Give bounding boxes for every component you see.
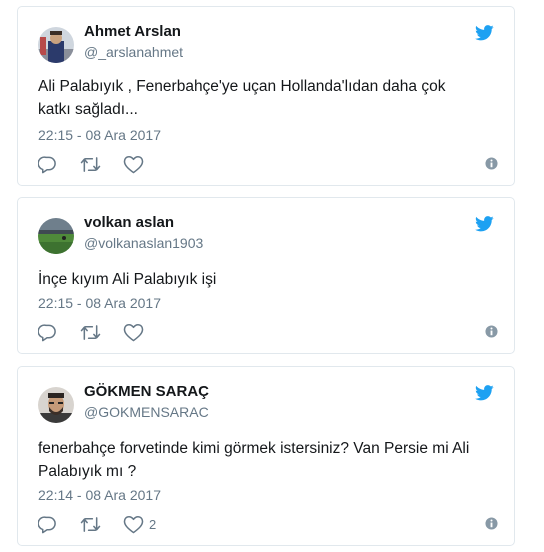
info-icon[interactable] [485, 517, 498, 530]
reply-button[interactable] [38, 154, 57, 174]
retweet-icon [80, 155, 101, 174]
timestamp[interactable]: 22:15 - 08 Ara 2017 [38, 127, 161, 143]
avatar[interactable] [38, 27, 74, 63]
reply-button[interactable] [38, 322, 57, 342]
like-count: 2 [149, 516, 157, 532]
timestamp[interactable]: 22:15 - 08 Ara 2017 [38, 295, 161, 311]
tweet-actions: 2 [38, 514, 498, 534]
tweet-text: Ali Palabıyık , Fenerbahçe'ye uçan Holla… [38, 75, 494, 121]
twitter-bird-icon[interactable] [475, 385, 494, 401]
reply-icon [38, 155, 57, 174]
avatar[interactable] [38, 387, 74, 423]
twitter-bird-icon[interactable] [475, 25, 494, 41]
reply-button[interactable] [38, 514, 57, 534]
retweet-icon [80, 323, 101, 342]
retweet-button[interactable] [80, 322, 101, 342]
tweet-text-line: İnçe kıyım Ali Palabıyık işi [38, 271, 217, 288]
tweet-text-line: Ali Palabıyık , Fenerbahçe'ye uçan Holla… [38, 78, 446, 95]
retweet-button[interactable] [80, 154, 101, 174]
like-button[interactable] [123, 154, 149, 174]
info-icon[interactable] [485, 325, 498, 338]
user-handle[interactable]: @volkanaslan1903 [84, 235, 203, 251]
reply-icon [38, 515, 57, 534]
tweet-text-line: katkı sağladı... [38, 101, 138, 118]
tweet-card[interactable]: GÖKMEN SARAÇ @GOKMENSARAC fenerbahçe for… [17, 366, 515, 546]
tweet-card[interactable]: volkan aslan @volkanaslan1903 İnçe kıyım… [17, 197, 515, 354]
retweet-icon [80, 515, 101, 534]
tweet-text-line: Palabıyık mı ? [38, 463, 137, 480]
display-name[interactable]: GÖKMEN SARAÇ [84, 383, 209, 400]
reply-icon [38, 323, 57, 342]
heart-icon [123, 515, 144, 534]
tweet-text: fenerbahçe forvetinde kimi görmek isters… [38, 437, 494, 483]
like-button[interactable] [123, 322, 149, 342]
tweet-actions [38, 322, 498, 342]
user-handle[interactable]: @GOKMENSARAC [84, 404, 209, 420]
info-icon[interactable] [485, 157, 498, 170]
twitter-bird-icon[interactable] [475, 216, 494, 232]
heart-icon [123, 155, 144, 174]
display-name[interactable]: Ahmet Arslan [84, 23, 181, 40]
display-name[interactable]: volkan aslan [84, 214, 174, 231]
heart-icon [123, 323, 144, 342]
user-handle[interactable]: @_arslanahmet [84, 44, 183, 60]
tweet-card[interactable]: Ahmet Arslan @_arslanahmet Ali Palabıyık… [17, 6, 515, 186]
tweet-text-line: fenerbahçe forvetinde kimi görmek isters… [38, 440, 470, 457]
timestamp[interactable]: 22:14 - 08 Ara 2017 [38, 487, 161, 503]
tweet-text: İnçe kıyım Ali Palabıyık işi [38, 268, 494, 291]
like-button[interactable]: 2 [123, 514, 156, 534]
avatar[interactable] [38, 218, 74, 254]
tweet-actions [38, 154, 498, 174]
retweet-button[interactable] [80, 514, 101, 534]
